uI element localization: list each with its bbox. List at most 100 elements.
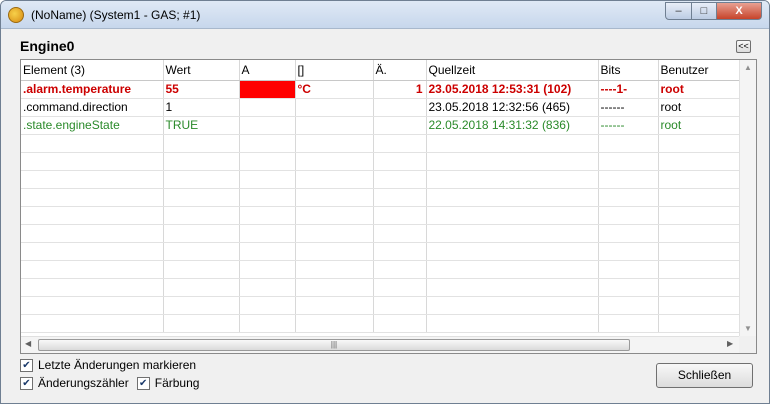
cell-source-time[interactable]: 22.05.2018 14:31:32 (836) xyxy=(426,116,599,135)
cell-changes[interactable]: 1 xyxy=(373,80,427,99)
column-header-source-time[interactable]: Quellzeit xyxy=(426,60,599,81)
empty-cell xyxy=(426,188,599,207)
cell-changes[interactable] xyxy=(373,98,427,117)
mark-changes-label: Letzte Änderungen markieren xyxy=(38,358,197,372)
column-header-user[interactable]: Benutzer xyxy=(658,60,740,81)
cell-alarm[interactable] xyxy=(239,116,296,135)
empty-table-row xyxy=(21,242,740,261)
empty-cell xyxy=(598,296,659,315)
option-row-counter-coloring: ✔ Änderungszähler ✔ Färbung xyxy=(20,376,207,390)
empty-cell xyxy=(239,206,296,225)
cell-alarm[interactable] xyxy=(239,80,296,99)
empty-cell xyxy=(426,242,599,261)
cell-element[interactable]: .command.direction xyxy=(21,98,164,117)
empty-cell xyxy=(598,152,659,171)
empty-cell xyxy=(658,188,740,207)
empty-table-row xyxy=(21,224,740,243)
scroll-down-icon[interactable]: ▼ xyxy=(744,324,752,333)
column-header-a[interactable]: A xyxy=(239,60,296,81)
empty-cell xyxy=(426,260,599,279)
empty-cell xyxy=(21,206,164,225)
table-row[interactable]: .command.direction 1 23.05.2018 12:32:56… xyxy=(21,98,740,117)
column-header-bits[interactable]: Bits xyxy=(598,60,659,81)
empty-cell xyxy=(598,242,659,261)
empty-cell xyxy=(163,242,240,261)
empty-cell xyxy=(295,278,374,297)
cell-source-time[interactable]: 23.05.2018 12:32:56 (465) xyxy=(426,98,599,117)
scroll-left-icon[interactable]: ◀ xyxy=(25,339,31,348)
empty-cell xyxy=(658,152,740,171)
close-window-button[interactable]: X xyxy=(716,2,762,20)
title-bar[interactable]: (NoName) (System1 - GAS; #1) – □ X xyxy=(1,1,769,29)
empty-cell xyxy=(21,242,164,261)
scroll-right-icon[interactable]: ▶ xyxy=(727,339,733,348)
empty-cell xyxy=(658,242,740,261)
window: (NoName) (System1 - GAS; #1) – □ X Engin… xyxy=(0,0,770,404)
empty-cell xyxy=(21,314,164,333)
cell-unit[interactable] xyxy=(295,116,374,135)
empty-cell xyxy=(163,206,240,225)
cell-source-time[interactable]: 23.05.2018 12:53:31 (102) xyxy=(426,80,599,99)
empty-cell xyxy=(21,278,164,297)
cell-element[interactable]: .state.engineState xyxy=(21,116,164,135)
empty-cell xyxy=(163,188,240,207)
empty-cell xyxy=(239,152,296,171)
empty-cell xyxy=(295,296,374,315)
empty-cell xyxy=(658,134,740,153)
coloring-checkbox[interactable]: ✔ xyxy=(136,376,150,390)
empty-cell xyxy=(373,314,427,333)
empty-table-row xyxy=(21,314,740,333)
cell-user[interactable]: root xyxy=(658,80,740,99)
close-button[interactable]: Schließen xyxy=(656,363,753,388)
table-row[interactable]: .alarm.temperature 55 °C 1 23.05.2018 12… xyxy=(21,80,740,99)
scroll-up-icon[interactable]: ▲ xyxy=(744,63,752,72)
empty-table-row xyxy=(21,260,740,279)
option-mark-changes[interactable]: ✔ Letzte Änderungen markieren xyxy=(20,358,204,372)
empty-cell xyxy=(295,242,374,261)
cell-user[interactable]: root xyxy=(658,116,740,135)
empty-cell xyxy=(426,170,599,189)
cell-bits[interactable]: ------ xyxy=(598,98,659,117)
cell-unit[interactable]: °C xyxy=(295,80,374,99)
column-header-unit[interactable]: [] xyxy=(295,60,374,81)
empty-cell xyxy=(658,296,740,315)
empty-cell xyxy=(21,188,164,207)
empty-cell xyxy=(239,314,296,333)
cell-element[interactable]: .alarm.temperature xyxy=(21,80,164,99)
window-title: (NoName) (System1 - GAS; #1) xyxy=(31,8,201,22)
empty-cell xyxy=(598,188,659,207)
column-header-value[interactable]: Wert xyxy=(163,60,240,81)
cell-value[interactable]: TRUE xyxy=(163,116,240,135)
cell-value[interactable]: 1 xyxy=(163,98,240,117)
minimize-button[interactable]: – xyxy=(665,2,692,20)
mark-changes-checkbox[interactable]: ✔ xyxy=(20,358,33,372)
column-header-changes[interactable]: Ä. xyxy=(373,60,427,81)
cell-changes[interactable] xyxy=(373,116,427,135)
column-header-element[interactable]: Element (3) xyxy=(21,60,164,81)
panel-heading: Engine0 xyxy=(20,38,75,54)
main-panel: Engine0 << Element (3) Wert A [] Ä. Quel… xyxy=(8,31,764,400)
empty-cell xyxy=(598,260,659,279)
maximize-button[interactable]: □ xyxy=(691,2,717,20)
empty-cell xyxy=(163,314,240,333)
empty-cell xyxy=(598,206,659,225)
cell-value[interactable]: 55 xyxy=(163,80,240,99)
collapse-button[interactable]: << xyxy=(736,40,751,53)
cell-user[interactable]: root xyxy=(658,98,740,117)
change-counter-checkbox[interactable]: ✔ xyxy=(20,376,33,390)
table-row[interactable]: .state.engineState TRUE 22.05.2018 14:31… xyxy=(21,116,740,135)
empty-cell xyxy=(426,206,599,225)
cell-unit[interactable] xyxy=(295,98,374,117)
horizontal-scrollbar[interactable]: ◀ ||| ▶ xyxy=(21,336,740,353)
empty-cell xyxy=(21,296,164,315)
empty-cell xyxy=(658,278,740,297)
element-table: Element (3) Wert A [] Ä. Quellzeit Bits … xyxy=(20,59,757,354)
cell-bits[interactable]: ----1- xyxy=(598,80,659,99)
cell-alarm[interactable] xyxy=(239,98,296,117)
empty-cell xyxy=(373,242,427,261)
empty-cell xyxy=(163,296,240,315)
vertical-scrollbar[interactable]: ▲ ▼ xyxy=(739,60,756,336)
empty-cell xyxy=(21,170,164,189)
horizontal-scroll-thumb[interactable]: ||| xyxy=(38,339,630,351)
cell-bits[interactable]: ------ xyxy=(598,116,659,135)
